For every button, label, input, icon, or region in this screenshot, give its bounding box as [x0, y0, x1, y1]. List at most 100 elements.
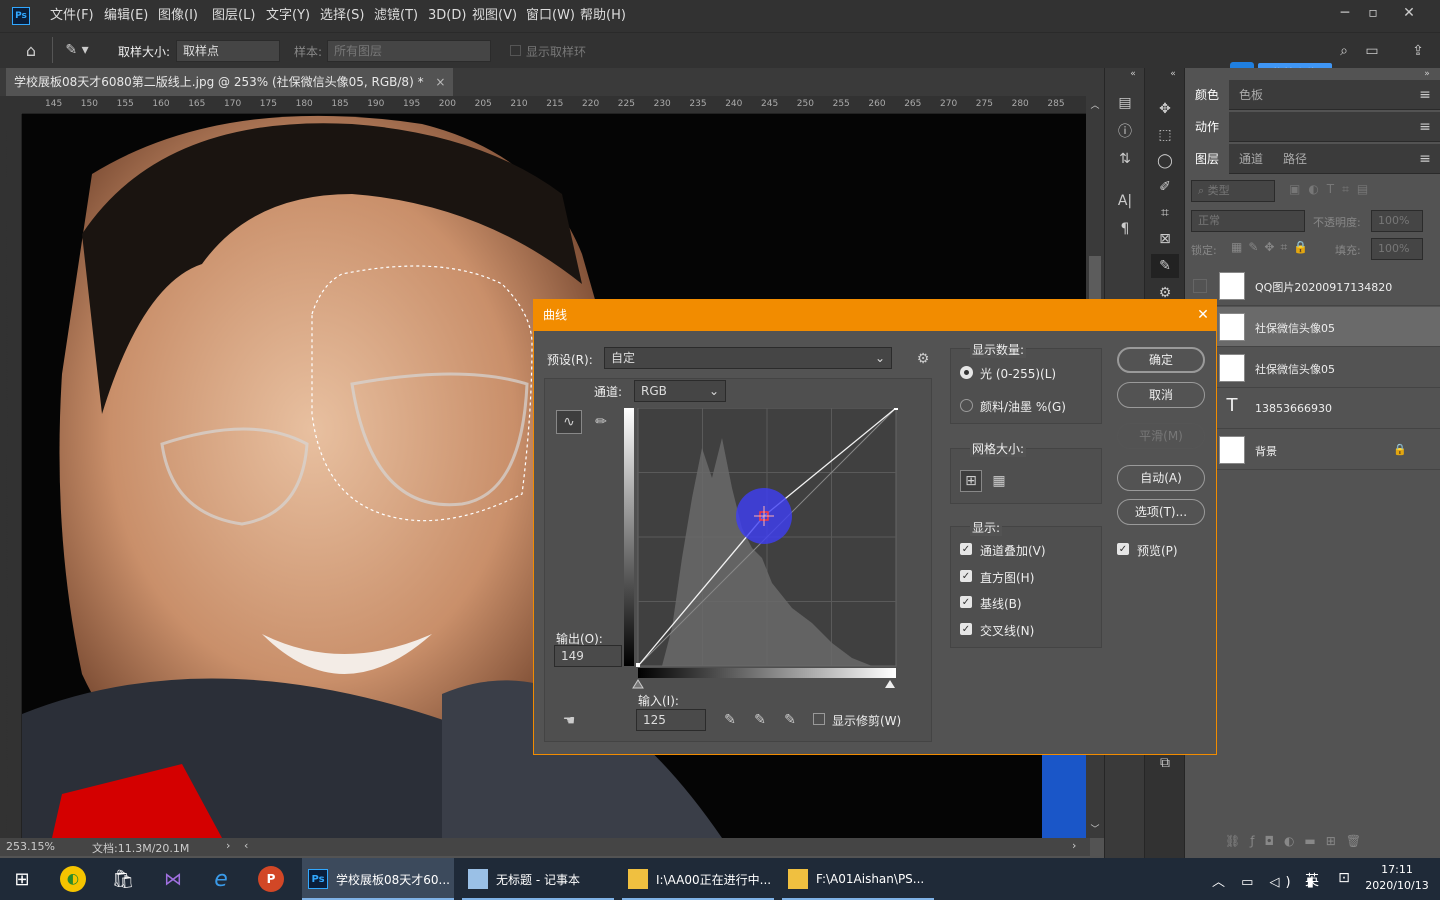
channel-select[interactable]: RGB ⌄ [634, 380, 726, 402]
preset-select[interactable]: 自定 ⌄ [604, 347, 892, 369]
tab-layers[interactable]: 图层 [1185, 144, 1230, 174]
status-arrow-icon[interactable]: › [226, 839, 230, 852]
layer-row[interactable]: 社保微信头像05 [1185, 348, 1440, 388]
minimize-icon[interactable]: ─ [1336, 4, 1354, 22]
layer-filter-icons[interactable]: ▣◐T⌗▤ [1289, 182, 1376, 197]
tab-close-icon[interactable]: × [435, 75, 445, 89]
ok-button[interactable]: 确定 [1117, 347, 1205, 373]
menu-item[interactable]: 文字(Y) [266, 0, 310, 32]
powerpoint-icon[interactable]: P [258, 866, 284, 892]
input-field[interactable]: 125 [636, 709, 706, 731]
layer-filter-select[interactable]: ⌕ 类型 [1191, 180, 1275, 202]
eyedropper-tool-icon[interactable]: ✎ ▾ [62, 39, 92, 61]
frame-tool-icon[interactable]: ⊠ [1153, 228, 1177, 250]
taskbar-task[interactable]: I:\AA00正在进行中... [622, 858, 774, 900]
quick-select-tool-icon[interactable]: ✐ [1153, 176, 1177, 198]
clock[interactable]: 17:11 2020/10/13 [1362, 863, 1432, 892]
store-icon[interactable]: 🛍 [110, 866, 136, 892]
layer-actions-bar[interactable]: ⛓ƒ◘◐▬⊞🗑 [1225, 834, 1371, 848]
menu-item[interactable]: 帮助(H) [580, 0, 626, 32]
menu-item[interactable]: 3D(D) [428, 0, 466, 32]
target-adjust-hand-icon[interactable]: ☚ [558, 710, 580, 732]
taskbar-task[interactable]: F:\A01Aishan\PS... [782, 858, 934, 900]
black-point-eyedropper-icon[interactable]: ✎ [720, 710, 740, 730]
gray-point-eyedropper-icon[interactable]: ✎ [750, 710, 770, 730]
intersection-checkbox[interactable]: ✓ [960, 623, 972, 635]
visual-studio-icon[interactable]: ⋈ [160, 866, 186, 892]
taskbar-task[interactable]: 无标题 - 记事本 [462, 858, 614, 900]
grid-simple-icon[interactable]: ⊞ [960, 470, 982, 492]
dialog-titlebar[interactable]: 曲线 ✕ [534, 300, 1216, 331]
history-icon[interactable]: ▤ [1113, 92, 1137, 114]
home-icon[interactable]: ⌂ [20, 39, 42, 61]
paragraph-icon[interactable]: ¶ [1113, 218, 1137, 240]
menu-item[interactable]: 窗口(W) [526, 0, 575, 32]
panels-expand-icon[interactable]: » [1419, 68, 1435, 80]
menu-item[interactable]: 图像(I) [158, 0, 198, 32]
workspace-icon[interactable]: ▭ [1362, 41, 1382, 61]
maximize-icon[interactable]: ▫ [1364, 4, 1382, 22]
menu-item[interactable]: 视图(V) [472, 0, 517, 32]
show-ring-checkbox[interactable] [510, 45, 521, 56]
sample-size-select[interactable]: 取样点 [176, 40, 280, 62]
blend-mode-select[interactable]: 正常 [1191, 210, 1305, 232]
pencil-tool-icon[interactable]: ✏ [588, 410, 614, 434]
document-tab[interactable]: 学校展板08天才6080第二版线上.jpg @ 253% (社保微信头像05, … [6, 68, 454, 96]
menu-item[interactable]: 滤镜(T) [374, 0, 418, 32]
panel-menu-icon[interactable]: ≡ [1417, 87, 1433, 103]
lock-icons[interactable]: ▦✎✥⌗🔒 [1231, 240, 1314, 255]
ime-indicator[interactable]: 英 [1305, 870, 1319, 890]
curve-point-tool-icon[interactable]: ∿ [556, 410, 582, 434]
channel-overlays-checkbox[interactable]: ✓ [960, 543, 972, 555]
opacity-field[interactable]: 100% [1371, 210, 1423, 232]
menu-item[interactable]: 选择(S) [320, 0, 364, 32]
histogram-checkbox[interactable]: ✓ [960, 570, 972, 582]
browser-360-icon[interactable]: ◐ [60, 866, 86, 892]
tab-color[interactable]: 颜色 [1185, 80, 1230, 110]
layer-row[interactable]: 社保微信头像05 [1185, 307, 1440, 347]
screen-mode-icon[interactable]: ⧉ [1153, 752, 1177, 774]
ie-icon[interactable]: e [208, 866, 234, 892]
tab-swatches[interactable]: 色板 [1229, 80, 1273, 110]
curve-graph[interactable] [622, 408, 902, 698]
tab-actions[interactable]: 动作 [1185, 112, 1230, 142]
scroll-left-icon[interactable]: ‹ [244, 839, 248, 852]
sample-select[interactable]: 所有图层 [327, 40, 491, 62]
auto-button[interactable]: 自动(A) [1117, 465, 1205, 491]
search-icon[interactable]: ⌕ [1334, 41, 1354, 61]
layer-row[interactable]: 背景 🔒 [1185, 430, 1440, 470]
zoom-level[interactable]: 253.15% [6, 840, 55, 853]
options-button[interactable]: 选项(T)... [1117, 499, 1205, 525]
menu-item[interactable]: 文件(F) [50, 0, 94, 32]
panel-menu-icon[interactable]: ≡ [1417, 119, 1433, 135]
close-icon[interactable]: ✕ [1400, 4, 1418, 22]
scroll-up-icon[interactable]: ︿ [1086, 98, 1104, 111]
smooth-button[interactable]: 平滑(M) [1117, 423, 1205, 449]
character-icon[interactable]: A| [1113, 190, 1137, 212]
share-icon[interactable]: ⇪ [1408, 41, 1428, 61]
toolbar-collapse-icon[interactable]: « [1165, 68, 1181, 80]
collapse-icon[interactable]: « [1125, 68, 1141, 80]
menu-item[interactable]: 编辑(E) [104, 0, 148, 32]
light-radio[interactable] [960, 366, 973, 379]
menu-item[interactable]: 图层(L) [212, 0, 255, 32]
move-tool-icon[interactable]: ✥ [1153, 98, 1177, 120]
layer-row[interactable]: T 13853666930 [1185, 389, 1440, 429]
dialog-close-icon[interactable]: ✕ [1194, 306, 1212, 324]
lasso-tool-icon[interactable]: ◯ [1153, 150, 1177, 172]
windows-start-icon[interactable]: ⊞ [10, 868, 34, 890]
baseline-checkbox[interactable]: ✓ [960, 596, 972, 608]
white-point-eyedropper-icon[interactable]: ✎ [780, 710, 800, 730]
show-clipping-checkbox[interactable] [813, 713, 825, 725]
pigment-radio[interactable] [960, 399, 973, 412]
output-field[interactable]: 149 [554, 645, 622, 667]
eyedropper-tool-icon-active[interactable]: ✎ [1151, 254, 1179, 278]
adjustments-icon[interactable]: ⇅ [1113, 148, 1137, 170]
scroll-right-icon[interactable]: › [1072, 839, 1076, 852]
marquee-tool-icon[interactable]: ⬚ [1153, 124, 1177, 146]
fill-field[interactable]: 100% [1371, 238, 1423, 260]
tray-icons[interactable]: ︿ ▭ ◁) ▮ [1212, 871, 1320, 890]
preset-gear-icon[interactable]: ⚙ [914, 350, 932, 368]
preview-checkbox[interactable]: ✓ [1117, 543, 1129, 555]
grid-detailed-icon[interactable]: ▦ [988, 470, 1010, 492]
